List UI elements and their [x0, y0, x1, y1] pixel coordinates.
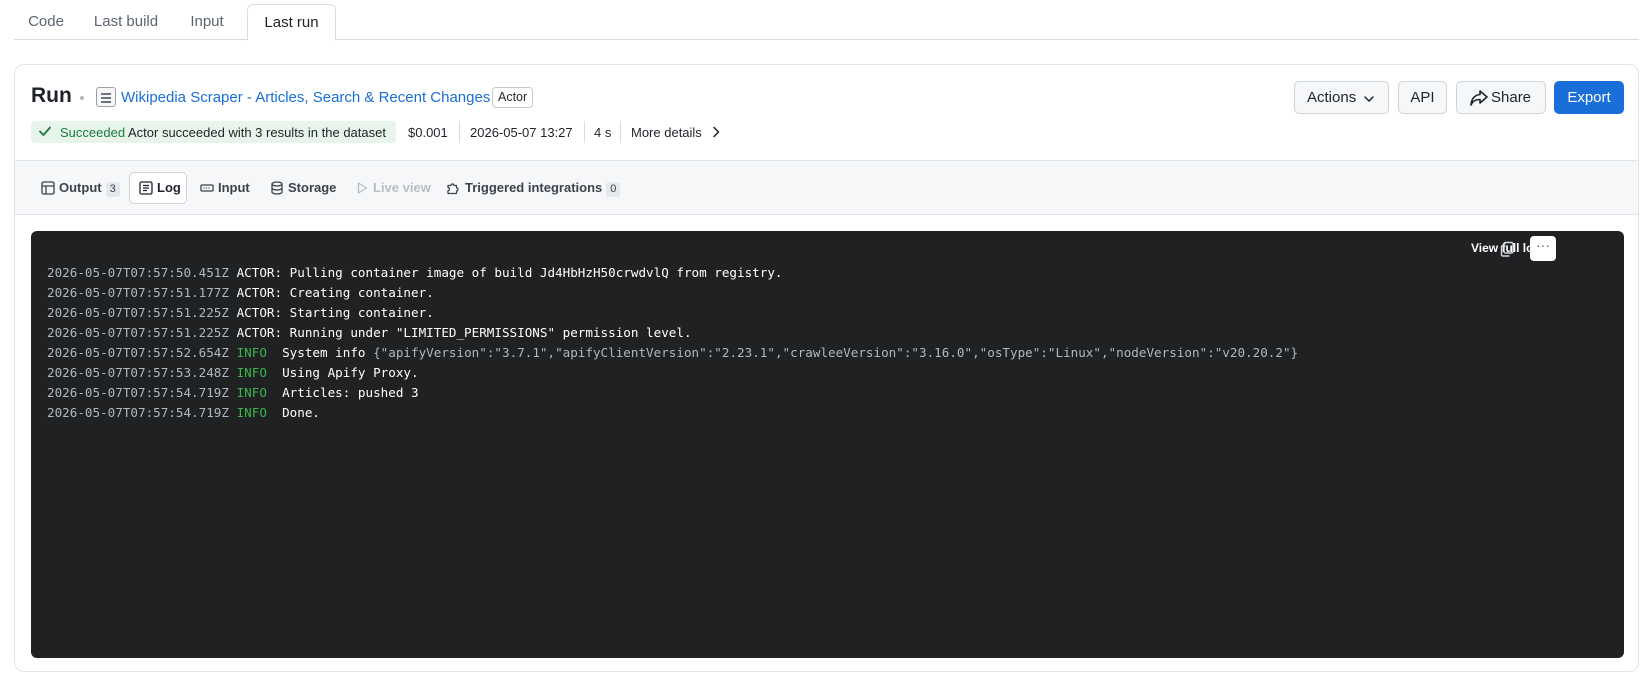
- export-button[interactable]: Export: [1554, 81, 1624, 114]
- log-line: 2026-05-07T07:57:53.248Z INFO Using Apif…: [47, 363, 1298, 383]
- more-details-label: More details: [631, 125, 702, 140]
- divider: [459, 121, 460, 143]
- log-message: Creating container.: [289, 285, 434, 300]
- more-options-button[interactable]: ···: [1530, 236, 1556, 261]
- share-icon: [1470, 90, 1488, 106]
- subtab-log[interactable]: Log: [129, 172, 187, 204]
- log-message: Done.: [282, 405, 321, 420]
- subtab-triggered-integrations[interactable]: Triggered integrations 0: [437, 172, 621, 204]
- puzzle-icon: [447, 183, 459, 195]
- run-cost: $0.001: [408, 125, 448, 140]
- log-source: ACTOR:: [236, 285, 283, 300]
- log-timestamp: 2026-05-07T07:57:52.654Z: [47, 345, 229, 360]
- actor-icon: [96, 87, 116, 107]
- log-level: INFO: [236, 365, 267, 380]
- api-button[interactable]: API: [1398, 81, 1447, 114]
- log-line: 2026-05-07T07:57:50.451Z ACTOR: Pulling …: [47, 263, 1298, 283]
- status-message: Actor succeeded with 3 results in the da…: [128, 125, 386, 140]
- share-button[interactable]: Share: [1456, 81, 1546, 114]
- subtab-input[interactable]: Input: [193, 172, 255, 204]
- log-timestamp: 2026-05-07T07:57:51.225Z: [47, 305, 229, 320]
- subtab-output-label: Output: [59, 180, 102, 195]
- log-timestamp: 2026-05-07T07:57:50.451Z: [47, 265, 229, 280]
- more-details-link[interactable]: More details: [631, 125, 721, 140]
- subtab-live-view-label: Live view: [373, 180, 431, 195]
- copy-icon[interactable]: [1498, 240, 1516, 258]
- log-message: Articles: pushed 3: [282, 385, 419, 400]
- log-source: ACTOR:: [236, 325, 283, 340]
- subtab-output[interactable]: Output 3: [31, 172, 121, 204]
- log-timestamp: 2026-05-07T07:57:54.719Z: [47, 405, 229, 420]
- integrations-count-badge: 0: [606, 182, 621, 197]
- run-duration: 4 s: [594, 125, 612, 140]
- run-started-at: 2026-05-07 13:27: [470, 125, 573, 140]
- tab-last-run[interactable]: Last run: [247, 4, 336, 41]
- run-subtab-bar: Output 3 Log Input Storage Live view Tri…: [15, 160, 1638, 215]
- input-field-icon: [200, 184, 214, 192]
- log-line: 2026-05-07T07:57:51.177Z ACTOR: Creating…: [47, 283, 1298, 303]
- log-line: 2026-05-07T07:57:51.225Z ACTOR: Starting…: [47, 303, 1298, 323]
- subtab-input-label: Input: [218, 180, 250, 195]
- database-icon: [271, 181, 283, 195]
- subtab-live-view: Live view: [347, 172, 431, 204]
- tab-input[interactable]: Input: [176, 4, 238, 40]
- status-state: Succeeded: [60, 125, 126, 140]
- tab-last-build[interactable]: Last build: [78, 4, 174, 40]
- log-message: Pulling container image of build Jd4HbHz…: [289, 265, 783, 280]
- log-message: System info: [282, 345, 366, 360]
- log-source: ACTOR:: [236, 265, 283, 280]
- log-message: Using Apify Proxy.: [282, 365, 419, 380]
- log-timestamp: 2026-05-07T07:57:53.248Z: [47, 365, 229, 380]
- log-timestamp: 2026-05-07T07:57:51.225Z: [47, 325, 229, 340]
- actions-label: Actions: [1307, 89, 1357, 106]
- page-title: Run: [31, 84, 72, 107]
- log-lines: 2026-05-07T07:57:50.451Z ACTOR: Pulling …: [47, 263, 1298, 423]
- title-separator-dot: [80, 96, 84, 100]
- share-label: Share: [1491, 89, 1532, 106]
- status-badge: Succeeded Actor succeeded with 3 results…: [31, 121, 396, 143]
- tab-code[interactable]: Code: [14, 4, 78, 40]
- output-count-badge: 3: [105, 182, 120, 197]
- actor-type-badge: Actor: [492, 87, 534, 108]
- run-card: Run Wikipedia Scraper - Articles, Search…: [14, 64, 1639, 672]
- play-icon: [357, 182, 368, 194]
- log-level: INFO: [236, 345, 267, 360]
- log-panel: View full log ··· 2026-05-07T07:57:50.45…: [31, 231, 1624, 658]
- log-line: 2026-05-07T07:57:51.225Z ACTOR: Running …: [47, 323, 1298, 343]
- log-icon: [139, 181, 153, 195]
- log-message: Starting container.: [289, 305, 434, 320]
- log-extra: {"apifyVersion":"3.7.1","apifyClientVers…: [373, 345, 1299, 360]
- log-level: INFO: [236, 385, 267, 400]
- subtab-storage-label: Storage: [288, 180, 337, 195]
- log-timestamp: 2026-05-07T07:57:54.719Z: [47, 385, 229, 400]
- actor-link[interactable]: Wikipedia Scraper - Articles, Search & R…: [121, 89, 490, 106]
- check-icon: [39, 126, 51, 136]
- divider: [584, 121, 585, 143]
- subtab-log-label: Log: [157, 180, 181, 195]
- actions-button[interactable]: Actions: [1294, 81, 1389, 114]
- chevron-right-icon: [713, 126, 720, 138]
- log-line: 2026-05-07T07:57:52.654Z INFO System inf…: [47, 343, 1298, 363]
- log-line: 2026-05-07T07:57:54.719Z INFO Articles: …: [47, 383, 1298, 403]
- log-message: Running under "LIMITED_PERMISSIONS" perm…: [289, 325, 692, 340]
- divider: [620, 121, 621, 143]
- table-icon: [41, 181, 55, 195]
- top-tab-bar: Code Last build Input Last run: [14, 4, 1639, 41]
- log-source: ACTOR:: [236, 305, 283, 320]
- log-line: 2026-05-07T07:57:54.719Z INFO Done.: [47, 403, 1298, 423]
- chevron-down-icon: [1364, 96, 1374, 102]
- subtab-storage[interactable]: Storage: [261, 172, 339, 204]
- log-timestamp: 2026-05-07T07:57:51.177Z: [47, 285, 229, 300]
- log-level: INFO: [236, 405, 267, 420]
- subtab-triggered-integrations-label: Triggered integrations: [465, 180, 603, 195]
